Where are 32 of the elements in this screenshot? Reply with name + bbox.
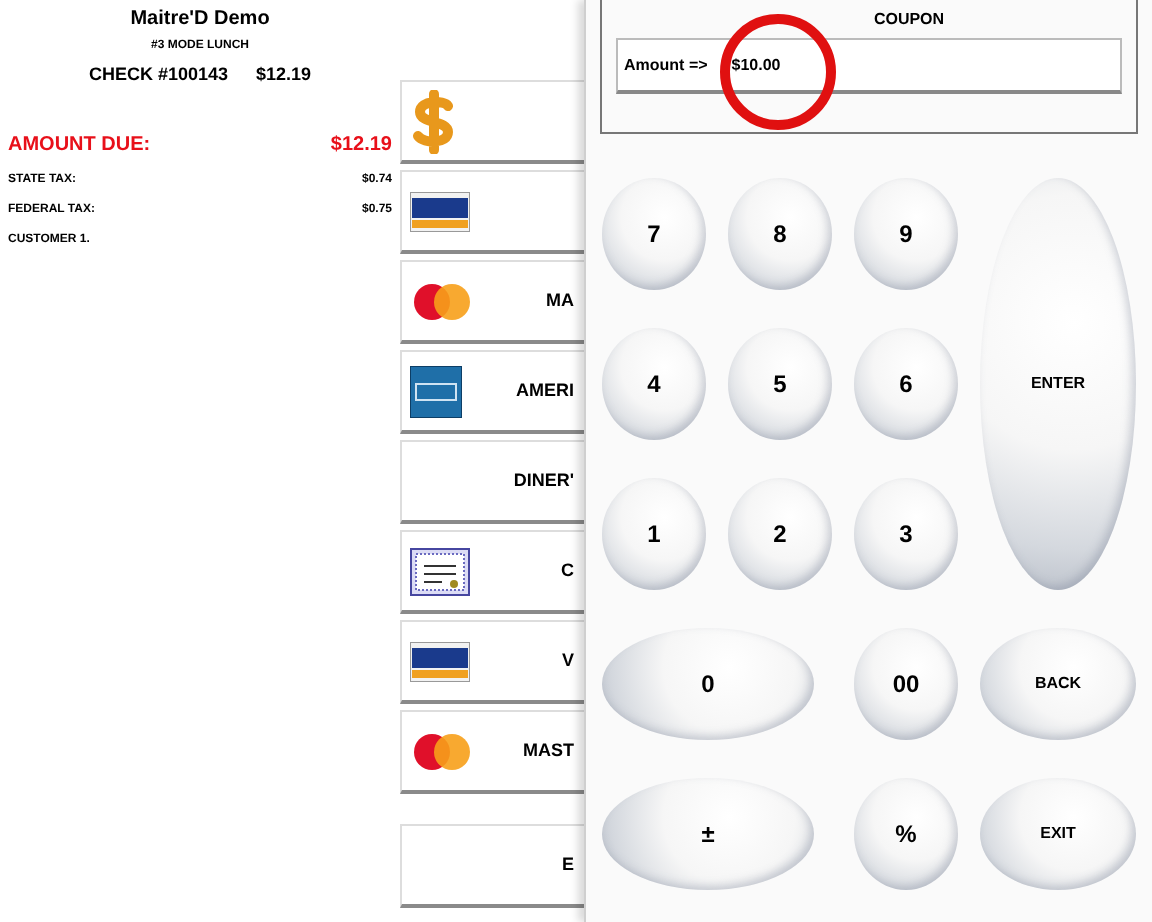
keypad-key[interactable]: 4 <box>602 328 706 440</box>
keypad-key[interactable]: 5 <box>728 328 832 440</box>
card-logo-icon <box>410 731 474 771</box>
keypad-key[interactable]: 2 <box>728 478 832 590</box>
keypad-key[interactable]: 7 <box>602 178 706 290</box>
amount-field[interactable]: Amount => $10.00 <box>616 38 1122 94</box>
keypad-key[interactable]: 0 <box>602 628 814 740</box>
dialog-title: COUPON <box>873 8 945 32</box>
keypad-key[interactable]: 3 <box>854 478 958 590</box>
keypad-key[interactable]: 6 <box>854 328 958 440</box>
keypad-key[interactable]: 9 <box>854 178 958 290</box>
card-logo-icon <box>410 281 474 321</box>
check-number: CHECK #100143 <box>88 62 228 88</box>
dollar-sign-icon <box>410 89 458 153</box>
keypad-key[interactable]: % <box>854 778 958 890</box>
check-total: $12.19 <box>256 62 312 88</box>
certificate-icon <box>410 547 470 595</box>
keypad-key[interactable]: EXIT <box>980 778 1136 890</box>
keypad-key[interactable]: 8 <box>728 178 832 290</box>
keypad-key[interactable]: ± <box>602 778 814 890</box>
keypad-key[interactable]: ENTER <box>980 178 1136 590</box>
card-icon <box>410 365 462 417</box>
amount-value: $10.00 <box>731 53 781 77</box>
amount-due-value: $12.19 <box>330 131 392 159</box>
card-icon <box>410 641 470 681</box>
keypad-key[interactable]: BACK <box>980 628 1136 740</box>
amount-due-label: AMOUNT DUE: <box>8 131 151 159</box>
card-icon <box>410 191 470 231</box>
amount-label: Amount => <box>624 53 708 77</box>
receipt-title: Maitre'D Demo <box>128 6 272 34</box>
keypad-key[interactable]: 1 <box>602 478 706 590</box>
keypad-key[interactable]: 00 <box>854 628 958 740</box>
